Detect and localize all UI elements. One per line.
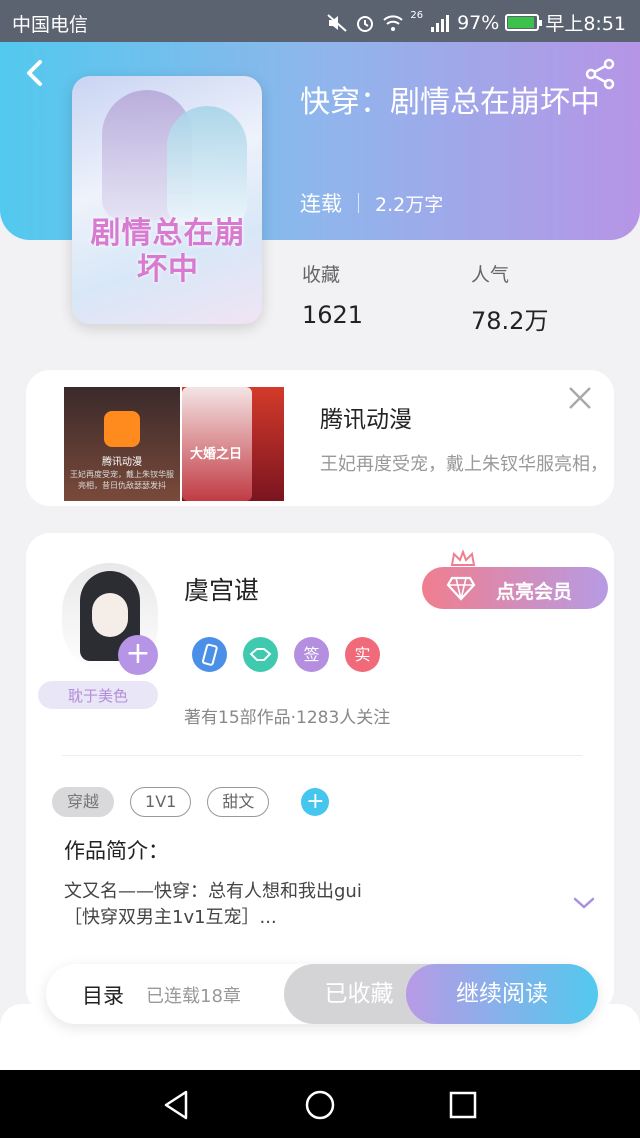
network-type: 26	[410, 10, 424, 21]
word-count: 2.2万字	[375, 193, 444, 216]
fan-tag: 耽于美色	[38, 675, 158, 715]
intro-label: 作品简介：	[64, 839, 169, 863]
crown-icon	[450, 549, 476, 569]
battery-icon	[505, 14, 543, 31]
tencent-comic-logo-icon	[104, 411, 140, 447]
toc-button[interactable]: 目录	[82, 980, 124, 1010]
vip-button[interactable]: 点亮会员	[422, 567, 608, 609]
author-name[interactable]: 虞宫谌	[184, 571, 259, 607]
works-summary: 著有15部作品·1283人关注	[184, 708, 391, 728]
ad-image: 大婚之日	[182, 387, 284, 501]
tag-item[interactable]: 甜文	[207, 787, 270, 817]
book-meta: 连载 2.2万字	[300, 188, 443, 218]
expand-intro-button[interactable]	[572, 895, 596, 911]
ad-description: 王妃再度受宠，戴上朱钗华服亮相，昔日仇敌瑟瑟发抖	[320, 454, 604, 475]
recents-nav-button[interactable]	[446, 1088, 480, 1122]
ad-card[interactable]: 腾讯动漫 王妃再度受宠，戴上朱钗华服亮相，昔日仇敌瑟瑟发抖 大婚之日 腾讯动漫 …	[26, 370, 614, 506]
signal-icon	[429, 13, 451, 33]
clock: 早上8:51	[545, 13, 626, 35]
stat-collect: 收藏 1621	[302, 260, 363, 329]
square-recents-icon	[449, 1091, 477, 1119]
ad-title: 腾讯动漫	[320, 407, 412, 433]
intro-text[interactable]: 文又名——快穿：总有人想和我出gui ［快穿双男主1v1互宠］...	[64, 879, 544, 931]
battery-percent: 97%	[457, 11, 500, 34]
ad-close-button[interactable]	[566, 384, 594, 412]
triangle-back-icon	[164, 1090, 188, 1120]
ad-image: 腾讯动漫 王妃再度受宠，戴上朱钗华服亮相，昔日仇敌瑟瑟发抖	[64, 387, 180, 501]
handshake-badge-icon	[243, 637, 278, 672]
continue-reading-button[interactable]: 继续阅读	[406, 964, 598, 1024]
mute-icon	[326, 13, 348, 33]
action-bar: 目录 已连载18章 已收藏 继续阅读	[46, 964, 598, 1024]
stat-value: 78.2万	[471, 307, 549, 335]
book-cover[interactable]: 剧情总在崩坏中	[72, 76, 262, 324]
stat-popularity: 人气 78.2万	[471, 260, 548, 336]
chevron-down-icon	[573, 897, 595, 909]
status-bar: 中国电信 26 97% 早上8:51	[0, 0, 640, 42]
chapter-count[interactable]: 已连载18章	[146, 982, 241, 1008]
diamond-icon	[446, 576, 476, 601]
real-badge: 实	[345, 637, 380, 672]
back-nav-button[interactable]	[160, 1088, 194, 1122]
alarm-icon	[354, 13, 376, 33]
stat-label: 收藏	[302, 264, 341, 286]
add-tag-button[interactable]: +	[301, 788, 330, 816]
system-nav-bar	[0, 1070, 640, 1138]
follow-author-button[interactable]: +	[118, 635, 158, 675]
phone-badge-icon	[192, 637, 227, 672]
book-status: 连载	[300, 192, 342, 216]
book-info-card: + 虞宫谌 点亮会员 签 实 耽于美色 著有15部作品·1283人关注 穿越 1…	[26, 533, 614, 1013]
wifi-icon	[382, 13, 404, 33]
home-nav-button[interactable]	[303, 1088, 337, 1122]
tag-item[interactable]: 1V1	[130, 787, 192, 817]
back-button[interactable]	[22, 58, 50, 88]
carrier-label: 中国电信	[12, 14, 89, 36]
book-title: 快穿：剧情总在崩坏中	[300, 85, 600, 120]
close-icon	[569, 387, 591, 409]
circle-home-icon	[305, 1090, 335, 1120]
author-badges: 签 实	[192, 637, 380, 672]
tag-list: 穿越 1V1 甜文 +	[52, 787, 330, 817]
stat-label: 人气	[471, 264, 510, 286]
sign-badge: 签	[294, 637, 329, 672]
divider	[62, 755, 582, 756]
tag-item[interactable]: 穿越	[52, 787, 115, 817]
stat-value: 1621	[302, 301, 364, 329]
cover-title-art: 剧情总在崩坏中	[90, 216, 246, 287]
